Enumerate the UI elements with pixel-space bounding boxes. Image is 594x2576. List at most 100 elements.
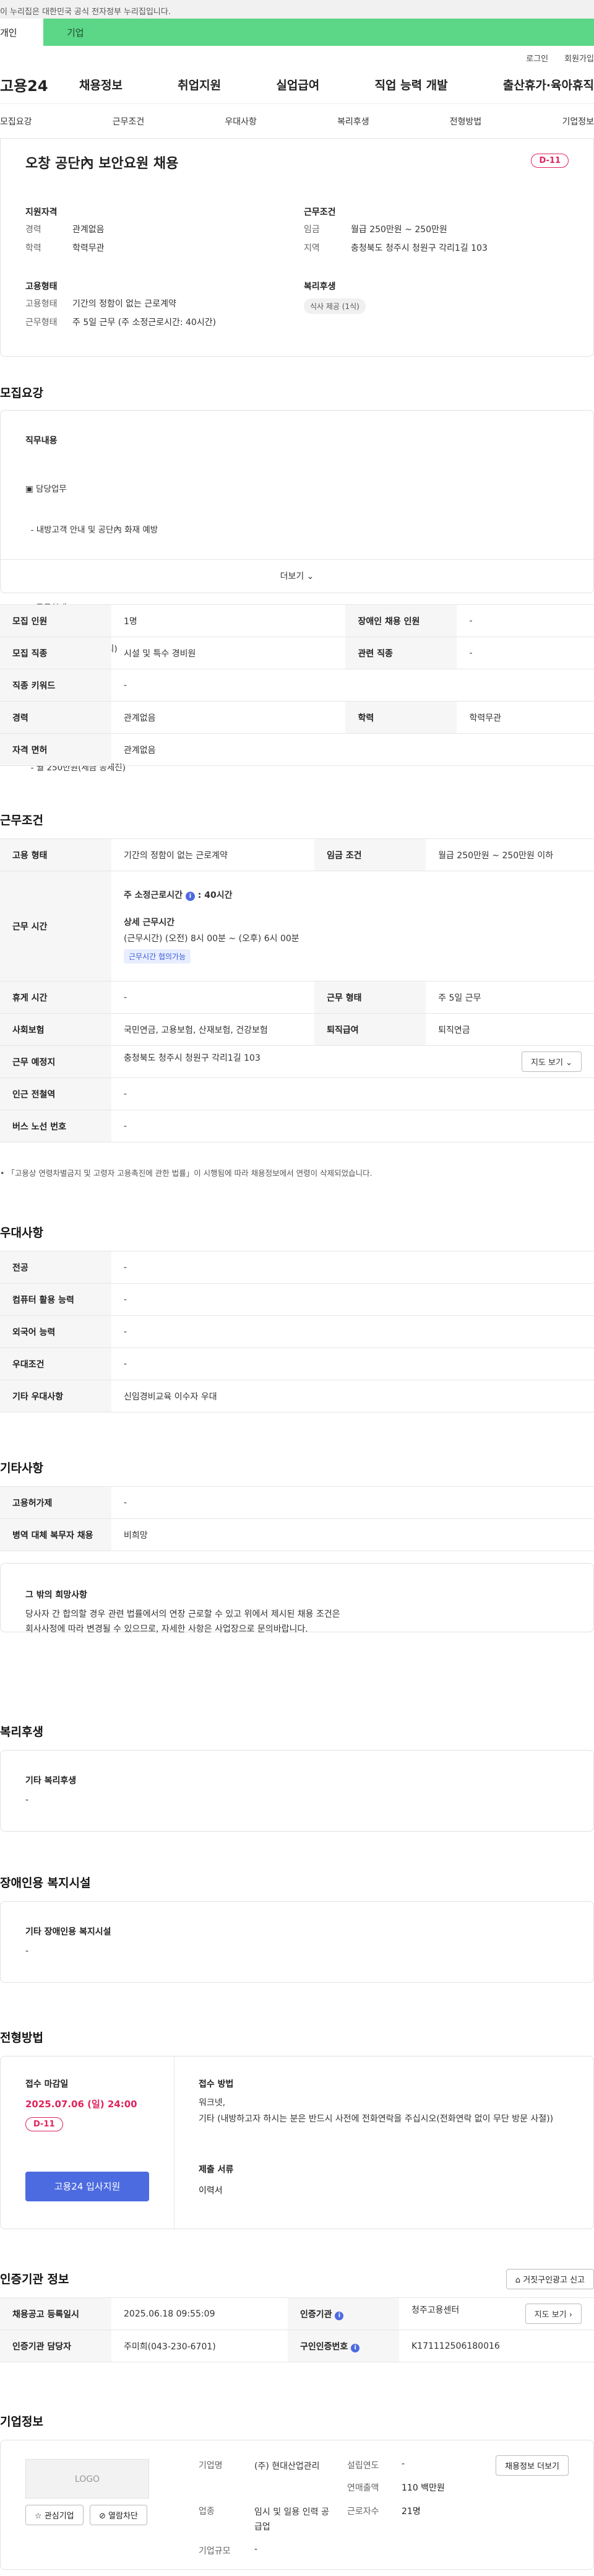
- company-name: (주) 현대산업관리: [254, 2461, 320, 2471]
- deadline-value: 2025.07.06 (일) 24:00: [25, 2099, 137, 2110]
- table-header-cell: 인증기관 담당자: [0, 2330, 111, 2362]
- table-cell: -: [111, 1486, 594, 1519]
- anchor-recruit[interactable]: 모집요강: [0, 115, 32, 128]
- block-view-button[interactable]: ⊘ 열람차단: [90, 2505, 147, 2525]
- size-value: -: [254, 2544, 258, 2554]
- table-cell: 주 소정근로시간 i : 40시간 상세 근무시간 (근무시간) (오전) 8시…: [111, 871, 594, 981]
- table-header-cell: 퇴직급여: [314, 1013, 426, 1046]
- method-label: 접수 방법: [199, 2079, 234, 2089]
- agency-map-button[interactable]: 지도 보기 ›: [525, 2304, 582, 2324]
- agency-table: 채용공고 등록일시 2025.06.18 09:55:09 인증기관 i 청주고용센터…: [0, 2297, 594, 2362]
- table-header-cell: 채용공고 등록일시: [0, 2297, 111, 2330]
- table-row: 병역 대체 복무자 채용 비희망: [0, 1518, 594, 1551]
- table-row: 사회보험 국민연금, 고용보험, 산재보험, 건강보험 퇴직급여 퇴직연금: [0, 1013, 594, 1046]
- table-header-cell: 경력: [0, 701, 111, 734]
- table-header-cell: 근무 시간: [0, 871, 111, 981]
- map-view-button[interactable]: 지도 보기 ⌄: [521, 1051, 582, 1072]
- hours-negotiable-tag: 근무시간 협의가능: [124, 949, 191, 964]
- anchor-work-conditions[interactable]: 근무조건: [113, 115, 145, 128]
- work-table: 고용 형태 기간의 정함이 없는 근로계약 임금 조건 월급 250만원 ~ 250만…: [0, 838, 594, 1142]
- gnb-item-parental-leave[interactable]: 출산휴가·육아휴직: [503, 76, 594, 93]
- table-cell: -: [111, 669, 594, 702]
- gnb-item-employment-support[interactable]: 취업지원: [178, 76, 221, 93]
- tab-individual[interactable]: 개인: [0, 19, 43, 46]
- disabled-card: 기타 장애인용 복지시설 -: [0, 1901, 594, 1983]
- table-header-cell: 임금 조건: [314, 838, 426, 871]
- info-icon[interactable]: i: [185, 892, 195, 901]
- deadline-dday-badge: D-11: [25, 2117, 63, 2131]
- tab-company[interactable]: 기업: [43, 19, 594, 46]
- other-wishes-card: 그 밖의 희망사항 당사자 간 합의할 경우 관련 법률에서의 연장 근로할 수…: [0, 1563, 594, 1634]
- table-cell: 비희망: [111, 1518, 594, 1551]
- table-cell: -: [457, 637, 594, 669]
- qual-career-label: 경력: [25, 225, 41, 235]
- false-ad-report-button[interactable]: ⌂ 거짓구인광고 신고: [506, 2269, 594, 2289]
- table-row: 기타 우대사항 신임경비교육 이수자 우대: [0, 1380, 594, 1412]
- table-row: 자격 면허 관계없음: [0, 733, 594, 766]
- table-header-cell: 근무 형태: [314, 981, 426, 1014]
- table-header-cell: 구인인증번호 i: [288, 2330, 399, 2362]
- table-cell: 관계없음: [111, 733, 594, 766]
- table-row: 버스 노선 번호 -: [0, 1110, 594, 1142]
- apply-button[interactable]: 고용24 입사지원: [25, 2172, 149, 2201]
- table-row: 휴게 시간 - 근무 형태 주 5일 근무: [0, 981, 594, 1014]
- docs-value: 이력서: [199, 2186, 223, 2196]
- gnb-item-skill-development[interactable]: 직업 능력 개발: [375, 76, 448, 93]
- table-header-cell: 전공: [0, 1251, 111, 1284]
- table-cell: -: [111, 981, 315, 1014]
- size-label: 기업규모: [199, 2546, 231, 2556]
- table-row: 근무 시간 주 소정근로시간 i : 40시간 상세 근무시간 (근무시간) (…: [0, 871, 594, 981]
- table-row: 인증기관 담당자 주미희(043-230-6701) 구인인증번호 i K171112…: [0, 2330, 594, 2362]
- disabled-sub-title: 기타 장애인용 복지시설: [25, 1927, 111, 1937]
- industry-label: 업종: [199, 2507, 215, 2517]
- section-anchor-nav: 모집요강 근무조건 우대사항 복리후생 전형방법 기업정보: [0, 104, 594, 139]
- industry-value: 임시 및 일용 인력 공급업: [254, 2507, 329, 2532]
- star-icon: ☆: [35, 2512, 42, 2521]
- company-section-title: 기업정보: [0, 2415, 43, 2429]
- cond-region-label: 지역: [304, 243, 320, 253]
- more-jobs-button[interactable]: 채용정보 더보기: [496, 2455, 569, 2476]
- job-description-card: 직무내용 ▣ 담당업무 - 내방고객 안내 및 공단內 화재 예방 ▣ 근무형태…: [0, 410, 594, 773]
- cond-wage-label: 임금: [304, 225, 320, 235]
- more-button[interactable]: 더보기 ⌄: [1, 559, 593, 593]
- table-cell: 학력무관: [457, 701, 594, 734]
- screening-card: 접수 마감일 2025.07.06 (일) 24:00 D-11 고용24 입사…: [0, 2056, 594, 2230]
- table-header-cell: 휴게 시간: [0, 981, 111, 1014]
- emp-type-value: 기간의 정함이 없는 근로계약: [72, 299, 176, 309]
- cond-wage-value: 월급 250만원 ~ 250만원: [351, 225, 447, 235]
- disabled-section-title: 장애인용 복지시설: [0, 1876, 91, 1890]
- table-header-cell: 자격 면허: [0, 733, 111, 766]
- cond-region-value: 충청북도 청주시 청원구 각리1길 103: [351, 243, 488, 253]
- anchor-welfare[interactable]: 복리후생: [337, 115, 369, 128]
- chevron-down-icon: ⌄: [306, 572, 314, 581]
- anchor-screening[interactable]: 전형방법: [450, 115, 482, 128]
- login-link[interactable]: 로그인: [526, 52, 548, 66]
- staff-value: 21명: [402, 2507, 421, 2517]
- table-cell: 퇴직연금: [426, 1013, 594, 1046]
- other-wishes-text: 당사자 간 합의할 경우 관련 법률에서의 연장 근로할 수 있고 위에서 제시…: [25, 1609, 340, 1634]
- job-summary-card: 오창 공단內 보안요원 채용 D-11 지원자격 경력 관계없음 학력 학력무관 근…: [0, 139, 594, 357]
- gnb-item-jobs[interactable]: 채용정보: [79, 76, 123, 93]
- table-row: 근무 예정지 충청북도 청주시 청원구 각리1길 103 지도 보기 ⌄: [0, 1045, 594, 1078]
- established-value: -: [402, 2459, 405, 2469]
- deadline-label: 접수 마감일: [25, 2079, 69, 2089]
- alert-icon: ⌂: [515, 2276, 521, 2285]
- table-row: 모집 인원 1명 장애인 채용 인원 -: [0, 604, 594, 637]
- info-icon[interactable]: i: [351, 2343, 360, 2352]
- info-icon[interactable]: i: [335, 2311, 344, 2320]
- gnb-item-unemployment-benefit[interactable]: 실업급여: [276, 76, 319, 93]
- signup-link[interactable]: 회원가입: [564, 52, 594, 66]
- table-header-cell: 인증기관 i: [288, 2297, 399, 2330]
- table-cell: 주 5일 근무: [426, 981, 594, 1014]
- table-cell: 월급 250만원 ~ 250만원 이하: [426, 838, 594, 871]
- table-row: 인근 전철역 -: [0, 1077, 594, 1110]
- favorite-company-button[interactable]: ☆ 관심기업: [25, 2505, 84, 2525]
- table-cell: -: [111, 1077, 594, 1110]
- site-logo[interactable]: 고용24: [0, 74, 79, 95]
- anchor-preferences[interactable]: 우대사항: [225, 115, 257, 128]
- table-cell: 1명: [111, 604, 346, 637]
- table-cell: 충청북도 청주시 청원구 각리1길 103 지도 보기 ⌄: [111, 1045, 594, 1078]
- table-header-cell: 근무 예정지: [0, 1045, 111, 1078]
- anchor-company[interactable]: 기업정보: [562, 115, 594, 128]
- table-header-cell: 직종 키워드: [0, 669, 111, 702]
